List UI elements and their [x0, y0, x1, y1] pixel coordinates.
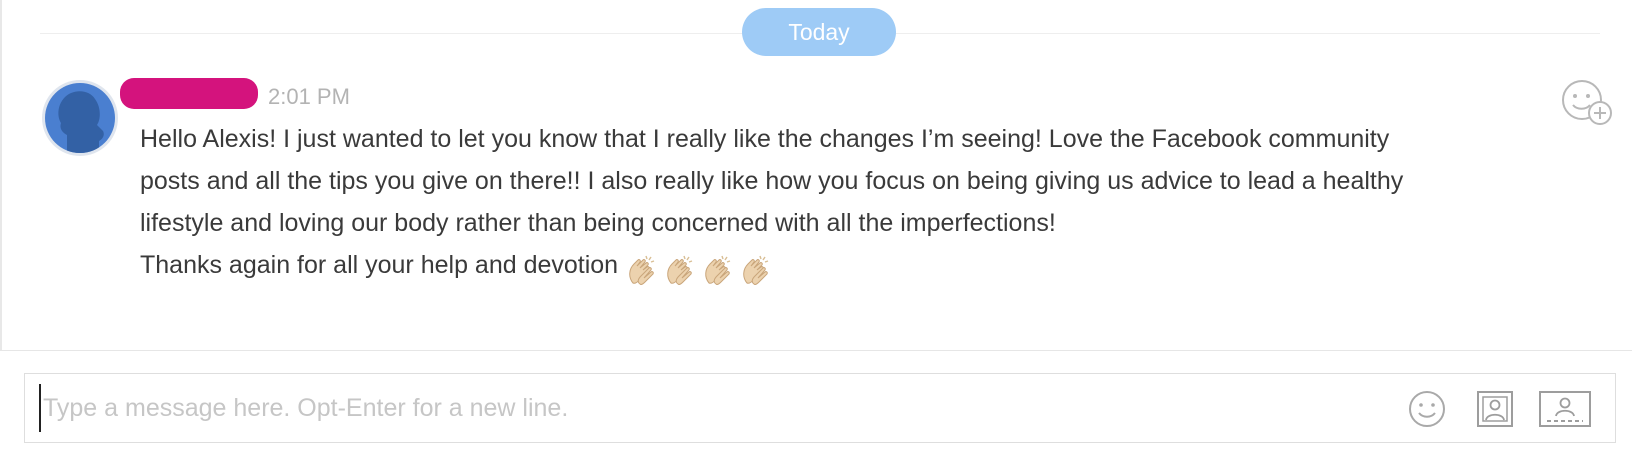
photo-upload-button[interactable] [1475, 388, 1515, 430]
chat-window: Today 2:01 PM Hello Alexis! I just wante… [0, 0, 1632, 458]
add-reaction-button[interactable] [1558, 78, 1614, 128]
message-line: lifestyle and loving our body rather tha… [140, 209, 1056, 237]
message-timestamp: 2:01 PM [268, 84, 350, 109]
clapping-hands-icon [629, 256, 655, 286]
day-divider-label: Today [742, 8, 896, 56]
panel-border [0, 0, 2, 350]
message-line-last: Thanks again for all your help and devot… [140, 244, 1580, 290]
screen-share-button[interactable] [1537, 388, 1593, 430]
screen-share-icon [1539, 391, 1591, 427]
message-body: Hello Alexis! I just wanted to let you k… [140, 118, 1580, 290]
message-line: posts and all the tips you give on there… [140, 167, 1404, 195]
sender-name-redacted [120, 78, 258, 109]
message-input[interactable] [39, 384, 1363, 432]
clap-emoji-row [624, 248, 776, 290]
avatar[interactable] [42, 80, 118, 156]
add-reaction-icon [1562, 80, 1612, 125]
message-composer [24, 373, 1616, 443]
smiley-icon [1409, 391, 1445, 427]
photo-upload-icon [1477, 391, 1513, 427]
composer-divider [0, 350, 1632, 351]
message-line-text: Thanks again for all your help and devot… [140, 251, 619, 279]
clapping-hands-icon [667, 256, 693, 286]
avatar-image [45, 83, 115, 153]
clapping-hands-icon [705, 256, 731, 286]
user-silhouette-icon [58, 91, 104, 153]
emoji-button[interactable] [1407, 388, 1447, 430]
message-line: Hello Alexis! I just wanted to let you k… [140, 125, 1390, 153]
clapping-hands-icon [743, 256, 769, 286]
